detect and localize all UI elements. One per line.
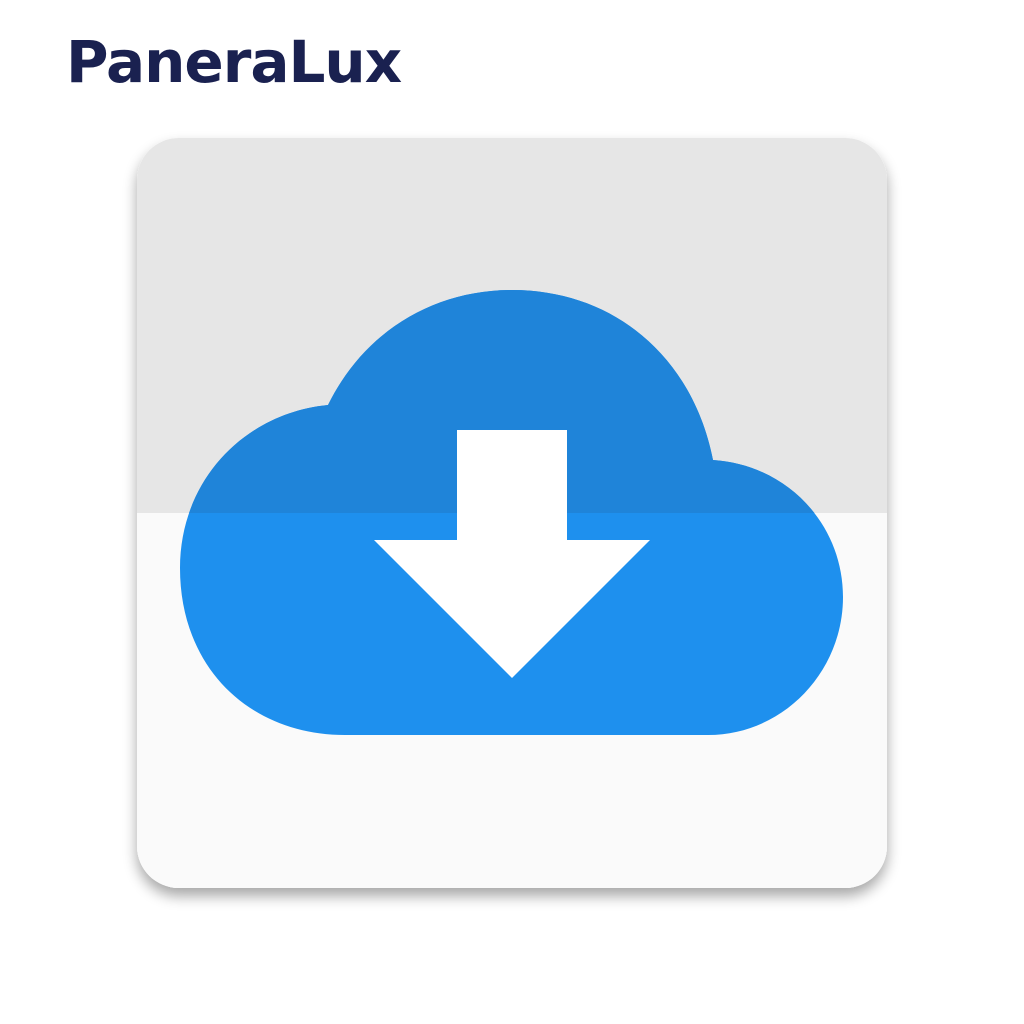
cloud-download-icon[interactable] xyxy=(0,0,1024,1024)
page: PaneraLux xyxy=(0,0,1024,1024)
